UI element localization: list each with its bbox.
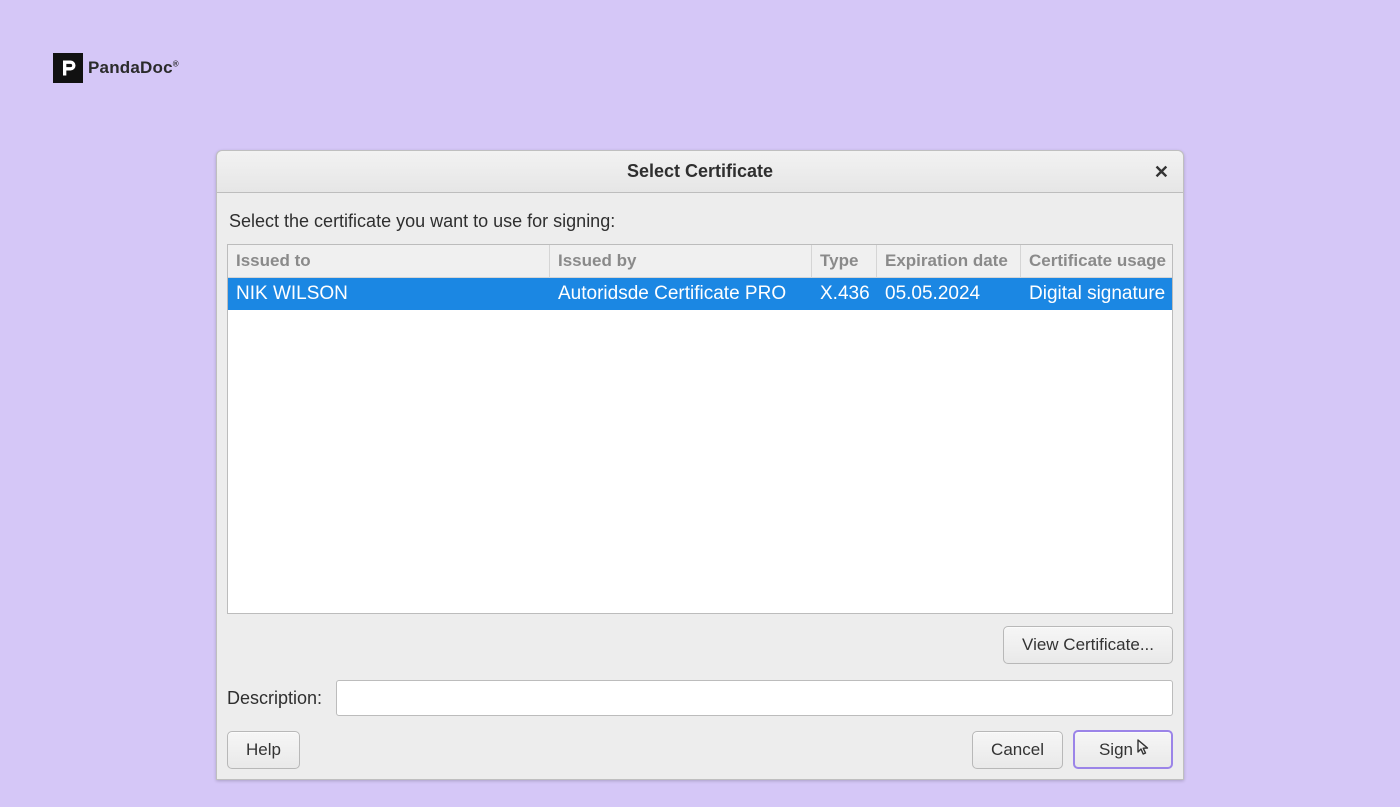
sign-button-label: Sign bbox=[1099, 740, 1133, 760]
dialog-titlebar: Select Certificate ✕ bbox=[217, 151, 1183, 193]
dialog-title: Select Certificate bbox=[627, 161, 773, 182]
col-header-usage[interactable]: Certificate usage bbox=[1021, 245, 1172, 277]
cursor-icon bbox=[1137, 739, 1151, 760]
brand-name: PandaDoc® bbox=[88, 58, 179, 78]
certificate-table: Issued to Issued by Type Expiration date… bbox=[227, 244, 1173, 614]
view-certificate-button[interactable]: View Certificate... bbox=[1003, 626, 1173, 664]
table-empty-area bbox=[228, 310, 1172, 613]
col-header-issued-to[interactable]: Issued to bbox=[228, 245, 550, 277]
sign-button[interactable]: Sign bbox=[1073, 730, 1173, 769]
dialog-body: Select the certificate you want to use f… bbox=[217, 193, 1183, 779]
brand-logo: PandaDoc® bbox=[53, 53, 179, 83]
description-input[interactable] bbox=[336, 680, 1173, 716]
cell-issued-to: NIK WILSON bbox=[228, 278, 550, 310]
pandadoc-logo-icon bbox=[53, 53, 83, 83]
table-header-row: Issued to Issued by Type Expiration date… bbox=[228, 245, 1172, 278]
dialog-instruction: Select the certificate you want to use f… bbox=[227, 205, 1173, 244]
help-button[interactable]: Help bbox=[227, 731, 300, 769]
cell-expiration: 05.05.2024 bbox=[877, 278, 1021, 310]
col-header-expiration[interactable]: Expiration date bbox=[877, 245, 1021, 277]
cell-type: X.436 bbox=[812, 278, 877, 310]
description-label: Description: bbox=[227, 688, 322, 709]
close-icon[interactable]: ✕ bbox=[1154, 163, 1169, 181]
cancel-button[interactable]: Cancel bbox=[972, 731, 1063, 769]
col-header-type[interactable]: Type bbox=[812, 245, 877, 277]
table-row[interactable]: NIK WILSON Autoridsde Certificate PRO X.… bbox=[228, 278, 1172, 310]
select-certificate-dialog: Select Certificate ✕ Select the certific… bbox=[216, 150, 1184, 780]
col-header-issued-by[interactable]: Issued by bbox=[550, 245, 812, 277]
cell-issued-by: Autoridsde Certificate PRO bbox=[550, 278, 812, 310]
cell-usage: Digital signature bbox=[1021, 278, 1172, 310]
